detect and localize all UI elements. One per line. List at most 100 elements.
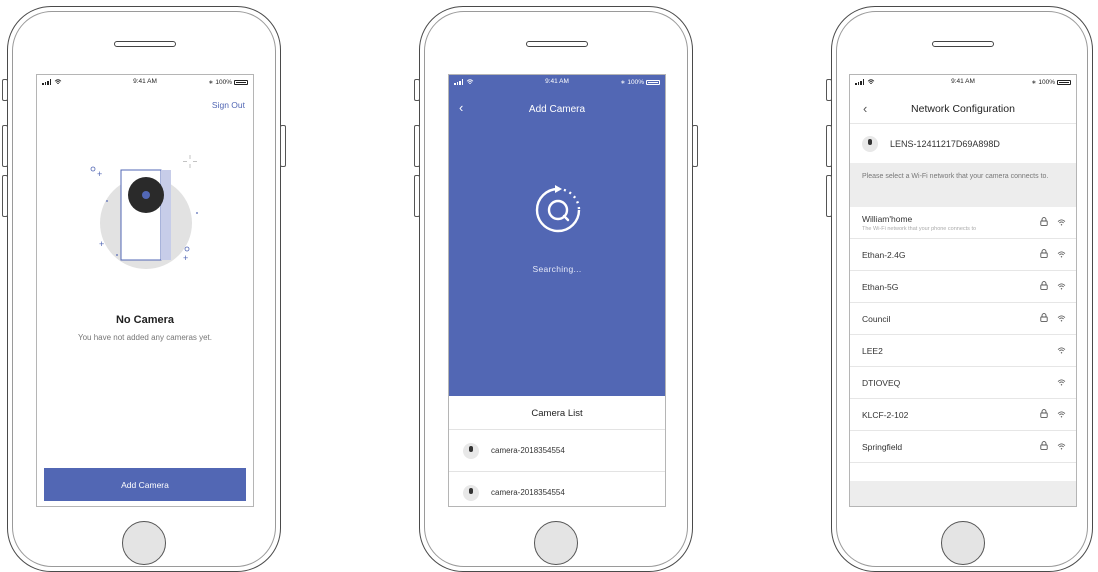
mute-switch [2,79,8,101]
lock-icon [1040,281,1048,292]
add-camera-button[interactable]: Add Camera [44,468,246,501]
volume-up-button [414,125,420,167]
wifi-network-item[interactable]: Springfield [850,431,1076,463]
status-bar: 9:41 AM ∗ 100% [37,75,253,89]
wifi-signal-icon [1057,250,1066,260]
wifi-network-item[interactable]: Ethan-2.4G [850,239,1076,271]
lock-icon [1040,313,1048,324]
wifi-signal-icon [1057,282,1066,292]
list-footer [850,481,1076,506]
camera-list-item[interactable]: camera-2018354554 [449,429,665,471]
wifi-network-item[interactable]: LEE2 [850,335,1076,367]
wifi-network-name: William'home [862,213,913,224]
screen-add-camera: 9:41 AM ∗ 100% ‹ Add Camera Searching...… [448,74,666,507]
status-time: 9:41 AM [951,78,975,85]
wifi-network-text: William'home The Wi-Fi network that your … [862,214,1040,232]
home-button[interactable] [122,521,166,565]
lock-icon [1040,409,1048,420]
wifi-signal-icon [1057,218,1066,228]
wifi-network-icons [1057,346,1066,356]
svg-text:+: + [99,239,104,249]
wifi-network-text: Ethan-5G [862,282,1040,292]
lock-icon [1040,217,1048,228]
volume-up-button [826,125,832,167]
camera-name: camera-2018354554 [491,446,565,455]
speaker-grille [526,41,588,47]
device-name: LENS-12411217D69A898D [890,139,1000,149]
wifi-network-item[interactable]: KLCF-2-102 [850,399,1076,431]
wifi-network-name: LEE2 [862,345,883,356]
wifi-signal-icon [1057,442,1066,452]
wifi-network-name: Springfield [862,441,903,452]
camera-name: camera-2018354554 [491,488,565,497]
lock-icon [1040,441,1048,452]
status-bar: 9:41 AM ∗ 100% [449,75,665,89]
screen-no-camera: 9:41 AM ∗ 100% Sign Out + + + No Camera … [36,74,254,507]
wifi-network-icons [1040,249,1066,260]
wifi-network-icons [1040,409,1066,420]
page-title: Network Configuration [911,103,1015,115]
svg-text:+: + [97,169,102,179]
status-time: 9:41 AM [545,78,569,85]
wifi-network-icons [1040,217,1066,228]
camera-icon [463,484,479,501]
svg-text:+: + [183,253,188,263]
empty-state-subtitle: You have not added any cameras yet. [77,333,213,342]
volume-down-button [2,175,8,217]
wifi-signal-icon [1057,346,1066,356]
search-panel: 9:41 AM ∗ 100% ‹ Add Camera Searching... [449,75,665,396]
wifi-network-name: KLCF-2-102 [862,409,909,420]
wifi-signal-icon [1057,378,1066,388]
phone-network-config: 9:41 AM ∗ 100% ‹ Network Configuration L… [826,6,1093,572]
wifi-network-icons [1057,378,1066,388]
status-time: 9:41 AM [133,78,157,85]
home-button[interactable] [941,521,985,565]
home-button[interactable] [534,521,578,565]
volume-down-button [414,175,420,217]
screen-network-config: 9:41 AM ∗ 100% ‹ Network Configuration L… [849,74,1077,507]
wifi-network-icons [1040,441,1066,452]
wifi-signal-icon [1057,410,1066,420]
searching-label: Searching... [532,264,582,274]
wifi-network-icons [1040,313,1066,324]
power-button [280,125,286,167]
wifi-network-text: LEE2 [862,346,1057,356]
battery-icon [234,79,248,85]
page-title: Add Camera [528,104,586,115]
mute-switch [826,79,832,101]
wifi-network-item[interactable]: Council [850,303,1076,335]
wifi-network-text: Council [862,314,1040,324]
wifi-network-name: DTIOVEQ [862,377,901,388]
wifi-network-icons [1040,281,1066,292]
speaker-grille [114,41,176,47]
status-bar: 9:41 AM ∗ 100% [850,75,1076,89]
volume-down-button [826,175,832,217]
wifi-network-name: Council [862,313,891,324]
wifi-network-item[interactable]: DTIOVEQ [850,367,1076,399]
wifi-network-name: Ethan-2.4G [862,249,906,260]
camera-list-title: Camera List [531,408,583,419]
wifi-network-text: Springfield [862,442,1040,452]
battery-icon [646,79,660,85]
wifi-network-item[interactable]: Ethan-5G [850,271,1076,303]
device-row: LENS-12411217D69A898D [850,123,1076,164]
camera-list-item[interactable]: camera-2018354554 [449,471,665,506]
speaker-grille [932,41,994,47]
wifi-network-text: DTIOVEQ [862,378,1057,388]
wifi-network-text: Ethan-2.4G [862,250,1040,260]
phone-add-camera: 9:41 AM ∗ 100% ‹ Add Camera Searching...… [414,6,698,572]
power-button [692,125,698,167]
sign-out-link[interactable]: Sign Out [212,100,245,110]
wifi-network-hint: The Wi-Fi network that your phone connec… [862,225,977,232]
mute-switch [414,79,420,101]
wifi-signal-icon [1057,314,1066,324]
wifi-network-name: Ethan-5G [862,281,899,292]
wifi-network-item[interactable]: William'home The Wi-Fi network that your … [850,207,1076,239]
volume-up-button [2,125,8,167]
battery-icon [1057,79,1071,85]
phone-no-camera: 9:41 AM ∗ 100% Sign Out + + + No Camera … [2,6,286,572]
camera-icon [862,136,878,152]
camera-illustration: + + + [90,155,198,269]
lock-icon [1040,249,1048,260]
camera-icon [463,442,479,459]
